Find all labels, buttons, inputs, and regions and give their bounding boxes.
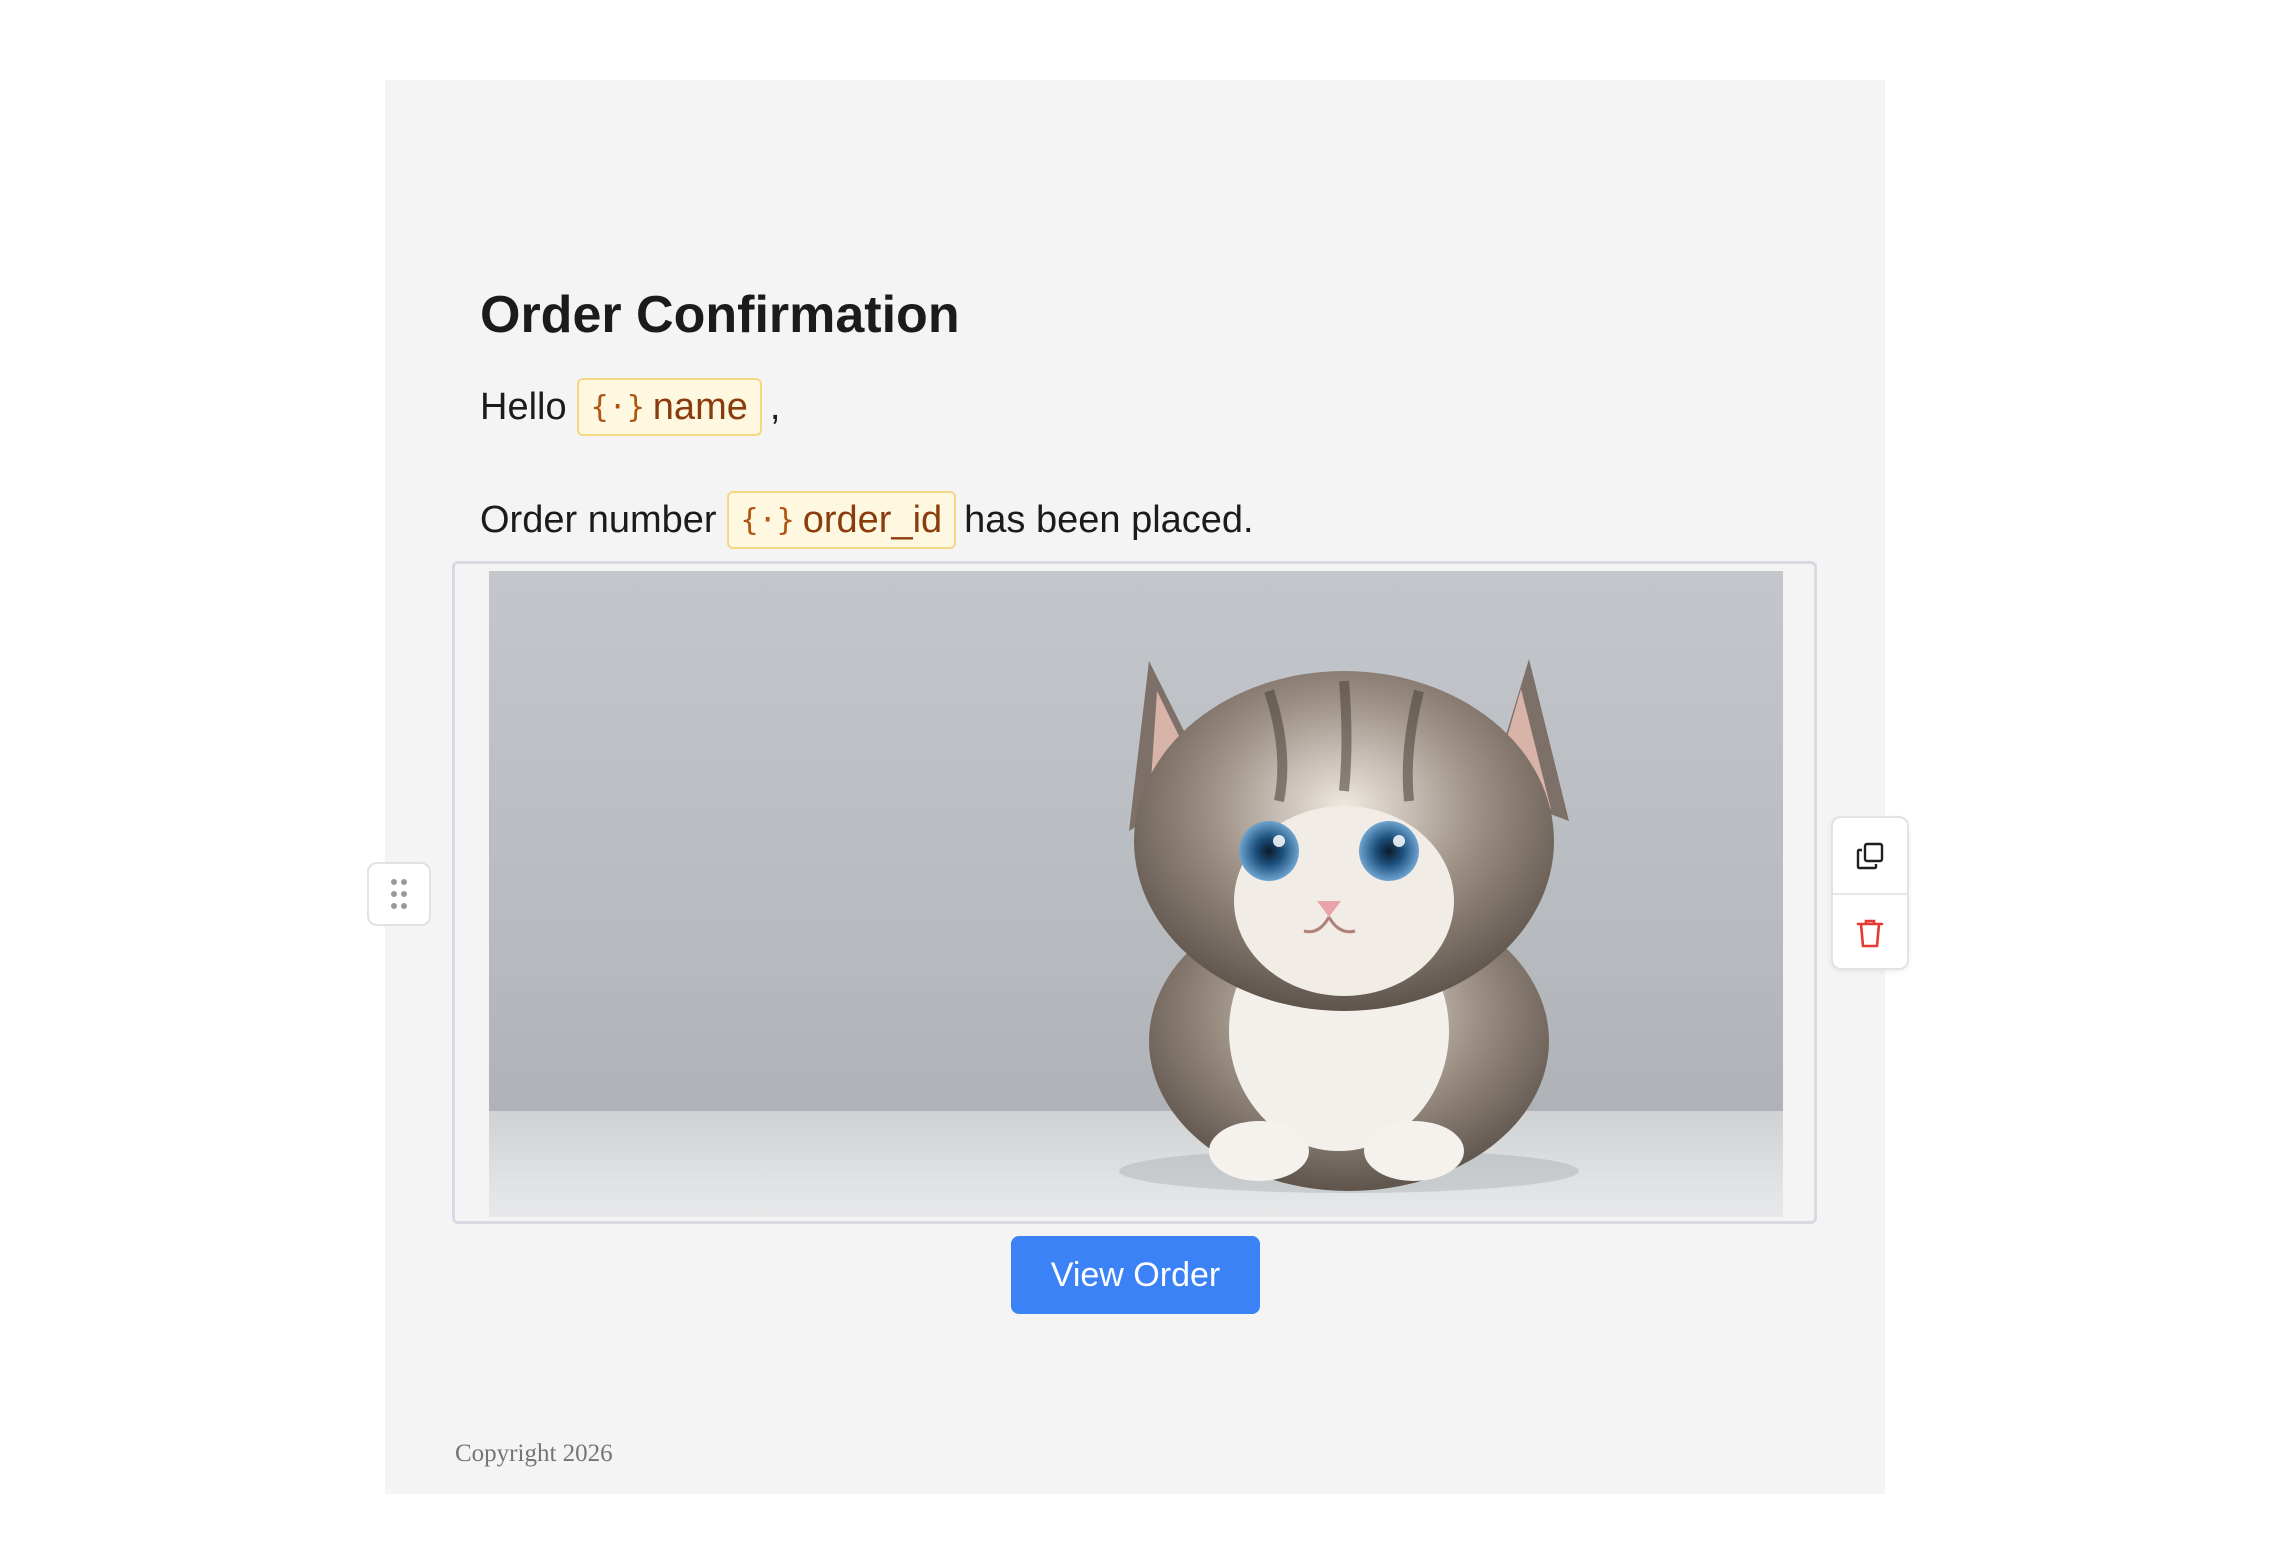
- greeting-line[interactable]: Hello {·} name ,: [480, 378, 780, 436]
- copyright-text: Copyright 2026: [455, 1440, 613, 1467]
- drag-handle[interactable]: [367, 862, 431, 926]
- email-title[interactable]: Order Confirmation: [480, 285, 960, 345]
- duplicate-button[interactable]: [1833, 818, 1907, 895]
- variable-chip-name[interactable]: {·} name: [576, 378, 762, 436]
- selected-image-block[interactable]: [452, 561, 1817, 1224]
- variable-chip-label: name: [652, 385, 748, 428]
- order-number-line[interactable]: Order number {·} order_id has been place…: [480, 491, 1254, 549]
- order-line-prefix: Order number: [480, 498, 717, 541]
- greeting-prefix: Hello: [480, 385, 567, 428]
- variable-icon: {·}: [740, 502, 795, 538]
- greeting-suffix: ,: [769, 385, 781, 428]
- block-actions-toolbar: [1831, 816, 1909, 970]
- variable-chip-order-id[interactable]: {·} order_id: [726, 491, 957, 549]
- copy-icon: [1856, 842, 1884, 869]
- order-line-suffix: has been placed.: [964, 498, 1254, 541]
- variable-icon: {·}: [590, 389, 645, 425]
- email-canvas: Order Confirmation Hello {·} name , Orde…: [385, 80, 1885, 1494]
- variable-chip-label: order_id: [802, 498, 943, 541]
- trash-icon: [1856, 919, 1884, 947]
- kitten-photo: [489, 571, 1783, 1217]
- drag-handle-icon: [391, 879, 407, 909]
- view-order-button[interactable]: View Order: [1011, 1236, 1260, 1314]
- delete-button[interactable]: [1833, 895, 1907, 970]
